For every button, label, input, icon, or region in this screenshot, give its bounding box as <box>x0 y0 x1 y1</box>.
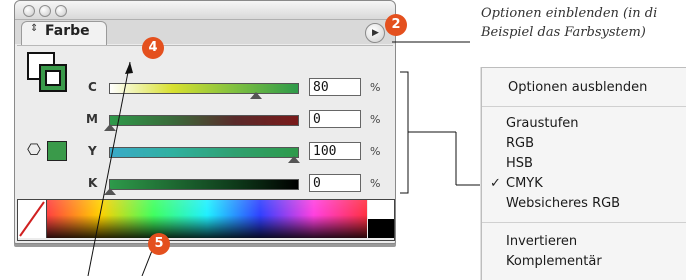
menu-item-graustufen[interactable]: Graustufen <box>506 116 579 131</box>
menu-separator <box>482 106 686 107</box>
callout-badge: 5 <box>148 233 170 255</box>
menu-item-hsb[interactable]: HSB <box>506 156 533 171</box>
menu-item-invertieren[interactable]: Invertieren <box>506 234 577 249</box>
menu-item-cmyk[interactable]: CMYK <box>506 176 543 191</box>
menu-item-rgb[interactable]: RGB <box>506 136 534 151</box>
caption-line-2: Beispiel das Farbsystem) <box>481 25 646 40</box>
caption-text: Optionen einblenden (in di Beispiel das … <box>481 4 686 42</box>
callout-badge: 2 <box>385 14 407 36</box>
menu-item-komplementaer[interactable]: Komplementär <box>506 254 602 269</box>
callout-badge: 4 <box>142 37 164 59</box>
menu-separator <box>482 222 686 223</box>
menu-item-optionen-ausblenden[interactable]: Optionen ausblenden <box>508 80 647 95</box>
checkmark-icon: ✓ <box>490 176 501 191</box>
panel-options-menu: Optionen ausblenden Graustufen RGB HSB ✓… <box>481 67 686 280</box>
caption-line-1: Optionen einblenden (in di <box>481 6 658 21</box>
menu-item-websicheres-rgb[interactable]: Websicheres RGB <box>506 196 620 211</box>
